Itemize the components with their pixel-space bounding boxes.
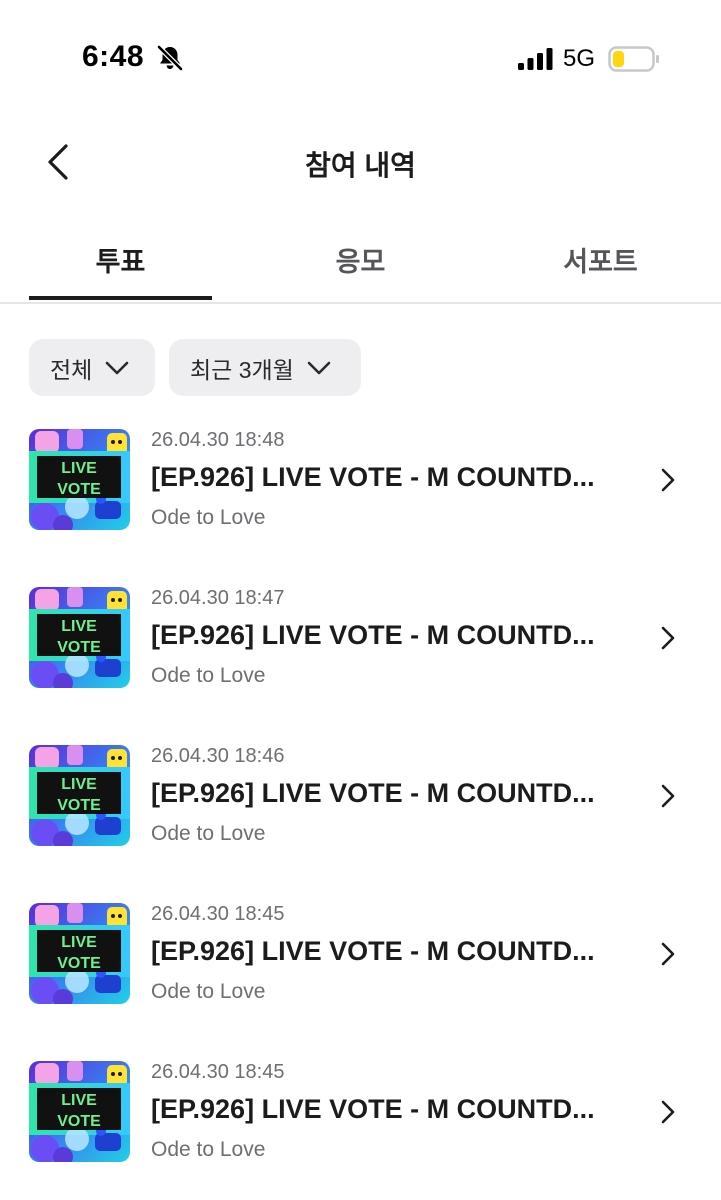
tab-entry[interactable]: 응모: [269, 240, 452, 279]
tab-bar: 투표 응모 서포트: [0, 222, 721, 304]
list-item[interactable]: LIVE VOTE 26.04.30 18:48 [EP.926] LIVE V…: [0, 420, 721, 540]
list-item[interactable]: LIVE VOTE 26.04.30 18:47 [EP.926] LIVE V…: [0, 578, 721, 698]
list-item[interactable]: LIVE VOTE 26.04.30 18:45 [EP.926] LIVE V…: [0, 894, 721, 1014]
live-vote-thumbnail: LIVE VOTE: [29, 903, 130, 1004]
chevron-right-icon: [661, 1100, 675, 1124]
filter-label: 최근 3개월: [190, 356, 294, 383]
thumbnail-live-text: LIVE: [61, 460, 97, 477]
chevron-down-icon: [307, 361, 331, 374]
thumbnail-live-text: LIVE: [61, 776, 97, 793]
item-date: 26.04.30 18:48: [151, 429, 285, 451]
item-title: [EP.926] LIVE VOTE - M COUNTD...: [151, 1094, 595, 1124]
item-title: [EP.926] LIVE VOTE - M COUNTD...: [151, 778, 595, 808]
thumbnail-vote-text: VOTE: [57, 481, 101, 498]
item-date: 26.04.30 18:45: [151, 903, 285, 925]
live-vote-thumbnail: LIVE VOTE: [29, 745, 130, 846]
tab-support[interactable]: 서포트: [509, 240, 692, 279]
item-subtitle: Ode to Love: [151, 664, 266, 687]
page-title: 참여 내역: [305, 150, 416, 181]
thumbnail-vote-text: VOTE: [57, 639, 101, 656]
item-subtitle: Ode to Love: [151, 506, 266, 529]
chevron-right-icon: [661, 468, 675, 492]
thumbnail-vote-text: VOTE: [57, 955, 101, 972]
bell-slash-icon: [156, 44, 184, 72]
item-date: 26.04.30 18:45: [151, 1061, 285, 1083]
network-label: 5G: [563, 45, 596, 72]
chevron-right-icon: [661, 942, 675, 966]
item-title: [EP.926] LIVE VOTE - M COUNTD...: [151, 462, 595, 492]
status-time: 6:48: [82, 40, 145, 73]
thumbnail-live-text: LIVE: [61, 1092, 97, 1109]
thumbnail-live-text: LIVE: [61, 934, 97, 951]
live-vote-thumbnail: LIVE VOTE: [29, 1061, 130, 1162]
item-date: 26.04.30 18:46: [151, 745, 285, 767]
chevron-right-icon: [661, 784, 675, 808]
battery-icon: [608, 46, 659, 72]
list-item[interactable]: LIVE VOTE 26.04.30 18:45 [EP.926] LIVE V…: [0, 1052, 721, 1172]
filter-period-dropdown[interactable]: 최근 3개월: [169, 339, 361, 396]
live-vote-thumbnail: LIVE VOTE: [29, 587, 130, 688]
item-subtitle: Ode to Love: [151, 1138, 266, 1161]
item-subtitle: Ode to Love: [151, 980, 266, 1003]
thumbnail-vote-text: VOTE: [57, 797, 101, 814]
thumbnail-vote-text: VOTE: [57, 1113, 101, 1130]
item-title: [EP.926] LIVE VOTE - M COUNTD...: [151, 936, 595, 966]
tab-vote[interactable]: 투표: [29, 240, 212, 279]
signal-icon: [518, 48, 553, 70]
item-title: [EP.926] LIVE VOTE - M COUNTD...: [151, 620, 595, 650]
active-tab-indicator: [29, 296, 212, 300]
header: 참여 내역: [0, 120, 721, 204]
filter-label: 전체: [50, 356, 93, 383]
list-item[interactable]: LIVE VOTE 26.04.30 18:46 [EP.926] LIVE V…: [0, 736, 721, 856]
chevron-down-icon: [106, 361, 129, 374]
status-bar: 6:48 5G: [0, 0, 721, 110]
item-date: 26.04.30 18:47: [151, 587, 285, 609]
live-vote-thumbnail: LIVE VOTE: [29, 429, 130, 530]
item-subtitle: Ode to Love: [151, 822, 266, 845]
thumbnail-live-text: LIVE: [61, 618, 97, 635]
chevron-right-icon: [661, 626, 675, 650]
filter-all-dropdown[interactable]: 전체: [29, 339, 155, 396]
